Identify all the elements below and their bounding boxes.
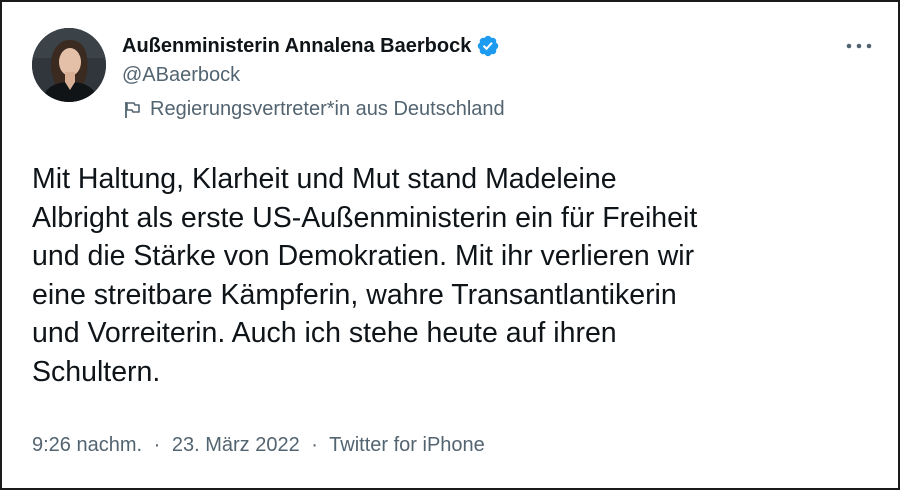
- verified-badge-icon: [476, 34, 500, 58]
- author-handle[interactable]: @ABaerbock: [122, 64, 500, 87]
- government-label-text: Regierungsvertreter*in aus Deutschland: [150, 98, 505, 120]
- author-display-name[interactable]: Außenministerin Annalena Baerbock: [122, 35, 471, 58]
- author-header: Außenministerin Annalena Baerbock @ABaer…: [122, 32, 500, 87]
- name-row: Außenministerin Annalena Baerbock: [122, 32, 500, 60]
- meta-separator: ·: [153, 434, 161, 456]
- avatar[interactable]: [32, 28, 106, 102]
- flag-icon: [122, 100, 142, 120]
- tweet-text: Mit Haltung, Klarheit und Mut stand Made…: [32, 163, 698, 388]
- meta-separator: ·: [311, 434, 318, 456]
- more-options-icon: [846, 43, 872, 49]
- tweet-meta: 9:26 nachm. · 23. März 2022 · Twitter fo…: [32, 434, 485, 457]
- tweet-date[interactable]: 23. März 2022: [172, 434, 300, 456]
- tweet-card: Außenministerin Annalena Baerbock @ABaer…: [0, 0, 900, 490]
- avatar-photo-icon: [32, 28, 106, 102]
- tweet-source[interactable]: Twitter for iPhone: [329, 434, 485, 456]
- tweet-time[interactable]: 9:26 nachm.: [32, 434, 142, 456]
- more-options-button[interactable]: [842, 36, 876, 56]
- government-label[interactable]: Regierungsvertreter*in aus Deutschland: [122, 98, 505, 121]
